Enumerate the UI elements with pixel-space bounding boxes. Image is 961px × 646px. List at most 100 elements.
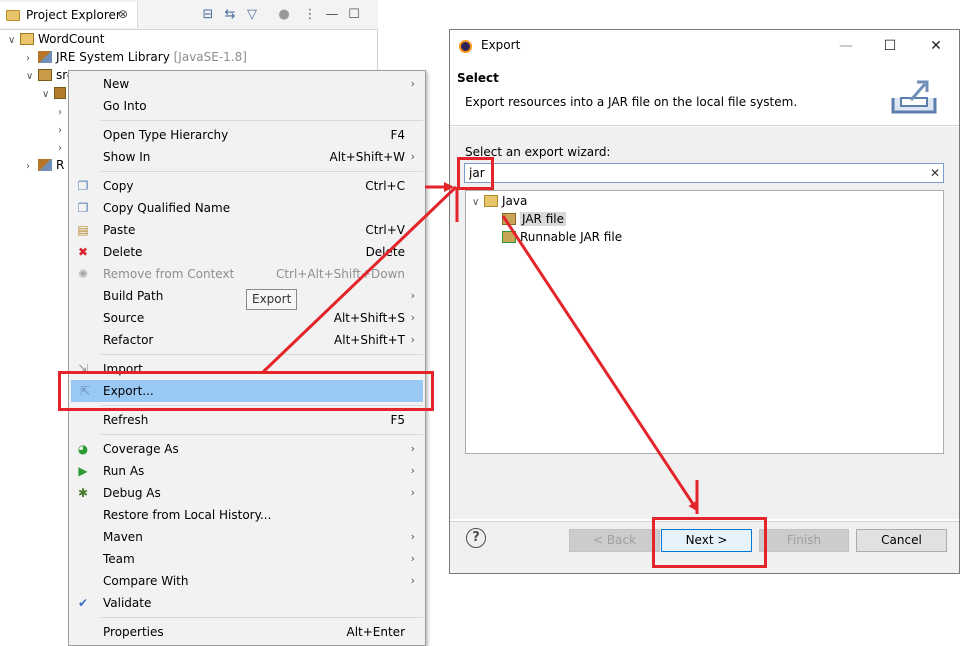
tree-item-second[interactable]: › R xyxy=(26,156,64,174)
submenu-arrow-icon: › xyxy=(410,77,415,90)
dialog-body: Select an export wizard: ✕ ∨Java JAR fil… xyxy=(450,127,959,519)
cancel-button[interactable]: Cancel xyxy=(856,529,947,552)
project-explorer-title: Project Explorer xyxy=(26,8,121,22)
menu-item-remove-from-context[interactable]: ✺ Remove from Context Ctrl+Alt+Shift+Down xyxy=(69,263,425,285)
menu-item-label: Restore from Local History... xyxy=(103,508,272,522)
help-icon[interactable]: ? xyxy=(466,528,486,548)
menu-item-refresh[interactable]: Refresh F5 xyxy=(69,409,425,431)
menu-item-accelerator: Alt+Shift+T xyxy=(334,333,405,347)
menu-item-label: Go Into xyxy=(103,99,147,113)
menu-item-accelerator: Delete xyxy=(365,245,405,259)
submenu-arrow-icon: › xyxy=(410,311,415,324)
menu-item-delete[interactable]: ✖ Delete Delete xyxy=(69,241,425,263)
chevron-right-icon[interactable]: › xyxy=(26,158,38,176)
menu-item-team[interactable]: Team › xyxy=(69,548,425,570)
submenu-arrow-icon: › xyxy=(410,486,415,499)
menu-item-label: Maven xyxy=(103,530,143,544)
menu-item-coverage-as[interactable]: ◕ Coverage As › xyxy=(69,438,425,460)
link-editor-icon[interactable]: ⇆ xyxy=(222,7,238,23)
highlight-export-menu xyxy=(58,371,434,411)
remove-context-icon: ✺ xyxy=(77,267,89,281)
submenu-arrow-icon: › xyxy=(410,442,415,455)
library-icon xyxy=(38,159,52,171)
menu-item-run-as[interactable]: ▶ Run As › xyxy=(69,460,425,482)
menu-item-refactor[interactable]: Refactor Alt+Shift+T › xyxy=(69,329,425,351)
submenu-arrow-icon: › xyxy=(410,574,415,587)
tree-item-runnable-jar-file[interactable]: Runnable JAR file xyxy=(502,228,622,246)
maximize-icon[interactable]: ☐ xyxy=(346,7,362,23)
chevron-down-icon[interactable]: ∨ xyxy=(472,194,484,212)
runnable-jar-icon xyxy=(502,231,516,243)
menu-item-compare-with[interactable]: Compare With › xyxy=(69,570,425,592)
focus-icon[interactable]: ● xyxy=(276,7,292,23)
chevron-down-icon[interactable]: ∨ xyxy=(8,32,20,50)
finish-button[interactable]: Finish xyxy=(759,529,849,552)
menu-item-debug-as[interactable]: ✱ Debug As › xyxy=(69,482,425,504)
collapse-all-icon[interactable]: ⊟ xyxy=(200,7,216,23)
back-button[interactable]: < Back xyxy=(569,529,660,552)
tree-item-label: WordCount xyxy=(38,32,105,46)
chevron-down-icon[interactable]: ∨ xyxy=(42,86,54,104)
dialog-titlebar[interactable]: Export — ☐ ✕ xyxy=(450,30,959,62)
view-menu-icon[interactable]: ⋮ xyxy=(302,7,318,23)
export-dialog: Export — ☐ ✕ Select Export resources int… xyxy=(449,29,960,574)
folder-icon xyxy=(6,10,20,21)
menu-item-label: Remove from Context xyxy=(103,267,235,281)
menu-item-maven[interactable]: Maven › xyxy=(69,526,425,548)
package-icon xyxy=(54,87,66,99)
menu-item-label: New xyxy=(103,77,130,91)
menu-item-restore-local-history[interactable]: Restore from Local History... xyxy=(69,504,425,526)
menu-item-label: Refresh xyxy=(103,413,149,427)
menu-item-accelerator: Ctrl+C xyxy=(365,179,405,193)
menu-separator xyxy=(101,120,423,121)
tree-item-jar-file[interactable]: JAR file xyxy=(502,210,566,228)
menu-item-open-type-hierarchy[interactable]: Open Type Hierarchy F4 xyxy=(69,124,425,146)
menu-item-show-in[interactable]: Show In Alt+Shift+W › xyxy=(69,146,425,168)
menu-item-paste[interactable]: ▤ Paste Ctrl+V xyxy=(69,219,425,241)
checkmark-icon: ✔ xyxy=(77,596,89,610)
tree-item-src[interactable]: ∨ src xyxy=(26,66,74,84)
menu-item-accelerator: Alt+Enter xyxy=(346,625,405,639)
menu-separator xyxy=(101,354,423,355)
export-tooltip: Export xyxy=(246,289,298,310)
minimize-icon[interactable]: — xyxy=(324,7,340,23)
tree-item-label: JRE System Library xyxy=(56,50,170,64)
menu-item-new[interactable]: New › xyxy=(69,73,425,95)
tree-item-label: Runnable JAR file xyxy=(520,230,623,244)
project-explorer-tab[interactable]: Project Explorer ⊗ xyxy=(0,2,138,28)
menu-item-label: Coverage As xyxy=(103,442,179,456)
filter-icon[interactable]: ▽ xyxy=(244,7,260,23)
close-button[interactable]: ✕ xyxy=(926,36,946,56)
chevron-down-icon[interactable]: ∨ xyxy=(26,68,38,86)
minimize-button[interactable]: — xyxy=(836,36,856,56)
maximize-button[interactable]: ☐ xyxy=(880,36,900,56)
menu-item-accelerator: F5 xyxy=(390,413,405,427)
menu-item-label: Run As xyxy=(103,464,145,478)
delete-icon: ✖ xyxy=(77,245,89,259)
coverage-icon: ◕ xyxy=(77,442,89,456)
menu-item-accelerator: Ctrl+Alt+Shift+Down xyxy=(275,267,405,281)
close-icon[interactable]: ⊗ xyxy=(118,7,128,21)
menu-item-validate[interactable]: ✔ Validate xyxy=(69,592,425,614)
copy-qualified-name-icon: ❐ xyxy=(77,201,89,215)
highlight-filter xyxy=(457,157,494,190)
wizard-filter-input[interactable] xyxy=(464,163,944,183)
project-icon xyxy=(20,33,34,45)
banner-title: Select xyxy=(457,71,499,85)
banner-description: Export resources into a JAR file on the … xyxy=(465,95,798,109)
menu-item-properties[interactable]: Properties Alt+Enter xyxy=(69,621,425,643)
menu-item-copy[interactable]: ❐ Copy Ctrl+C xyxy=(69,175,425,197)
menu-item-go-into[interactable]: Go Into xyxy=(69,95,425,117)
folder-icon xyxy=(484,195,498,207)
tree-item-label: JAR file xyxy=(520,212,566,226)
menu-item-source[interactable]: Source Alt+Shift+S › xyxy=(69,307,425,329)
tree-category-java[interactable]: ∨ Java xyxy=(472,192,527,210)
menu-item-label: Compare With xyxy=(103,574,189,588)
menu-item-copy-qualified-name[interactable]: ❐ Copy Qualified Name xyxy=(69,197,425,219)
clear-icon[interactable]: ✕ xyxy=(928,165,942,181)
tree-item-package[interactable]: ∨ xyxy=(42,84,70,102)
menu-item-label: Source xyxy=(103,311,145,325)
tree-item-project[interactable]: ∨ WordCount xyxy=(8,30,104,48)
menu-item-accelerator: F4 xyxy=(390,128,405,142)
tree-item-library[interactable]: › JRE System Library [JavaSE-1.8] xyxy=(26,48,247,66)
